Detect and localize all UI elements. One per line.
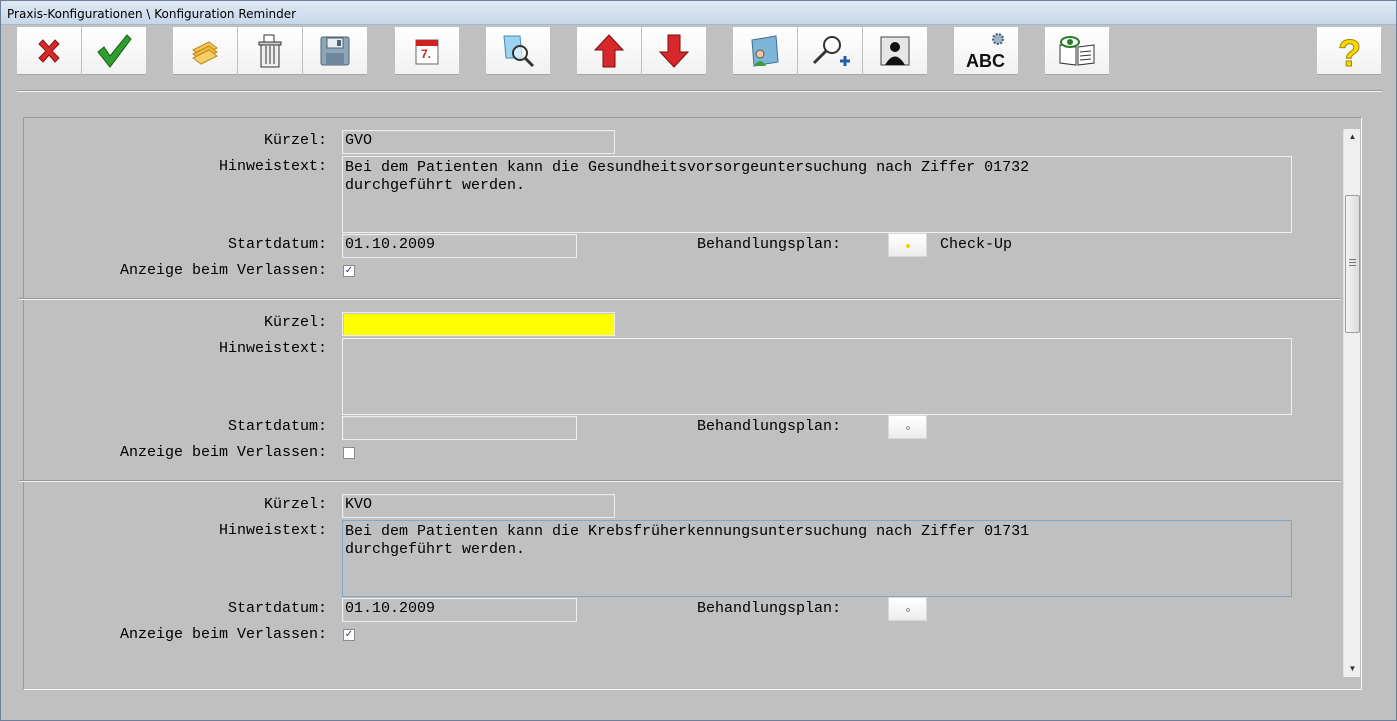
eye-book-icon	[1059, 35, 1095, 66]
svg-text:7.: 7.	[421, 47, 431, 61]
svg-text:ABC: ABC	[966, 51, 1005, 71]
toolbar-separator	[17, 90, 1382, 92]
anzeige-checkbox[interactable]: ✓	[343, 629, 355, 641]
anzeige-checkbox[interactable]: ✓	[343, 265, 355, 277]
unselected-indicator-icon	[906, 426, 910, 430]
svg-text:?: ?	[1338, 33, 1361, 70]
save-button[interactable]	[303, 27, 367, 75]
kuerzel-label: Kürzel:	[263, 314, 327, 331]
move-up-button[interactable]	[577, 27, 641, 75]
red-arrow-up-icon	[593, 33, 625, 67]
kuerzel-label: Kürzel:	[263, 132, 327, 149]
config-window: Praxis-Konfigurationen \ Konfiguration R…	[0, 0, 1397, 721]
spellcheck-button[interactable]: ABC	[954, 27, 1018, 75]
person-silhouette-icon	[880, 36, 910, 65]
trash-icon	[258, 34, 282, 67]
behandlungsplan-button[interactable]	[888, 597, 927, 621]
hinweistext-label: Hinweistext:	[218, 340, 327, 357]
unselected-indicator-icon	[906, 608, 910, 612]
cancel-button[interactable]	[17, 27, 81, 75]
search-button[interactable]	[486, 27, 550, 75]
preview-button[interactable]	[1045, 27, 1109, 75]
hinweistext-line: durchgeführt werden.	[345, 541, 526, 558]
red-arrow-down-icon	[658, 34, 690, 68]
window-title: Praxis-Konfigurationen \ Konfiguration R…	[7, 7, 297, 21]
behandlungsplan-label: Behandlungsplan:	[696, 236, 841, 253]
startdatum-label: Startdatum:	[227, 418, 327, 435]
anzeige-label: Anzeige beim Verlassen:	[119, 262, 327, 279]
kuerzel-field[interactable]: KVO	[342, 494, 615, 518]
move-down-button[interactable]	[642, 27, 706, 75]
selected-indicator-icon	[906, 244, 910, 248]
kuerzel-label: Kürzel:	[263, 496, 327, 513]
help-button[interactable]: ?	[1317, 27, 1381, 75]
scroll-thumb[interactable]	[1345, 195, 1360, 333]
behandlungsplan-button[interactable]	[888, 233, 927, 257]
search-add-button[interactable]	[798, 27, 862, 75]
vertical-scrollbar[interactable]: ▲ ▼	[1343, 129, 1360, 677]
behandlungsplan-value: Check-Up	[940, 236, 1013, 253]
anzeige-label: Anzeige beim Verlassen:	[119, 626, 327, 643]
patient-book-button[interactable]	[733, 27, 797, 75]
anzeige-checkbox[interactable]	[343, 447, 355, 459]
hinweistext-field[interactable]: Bei dem Patienten kann die Gesundheitsvo…	[342, 156, 1292, 233]
person-book-icon	[751, 34, 779, 67]
delete-button[interactable]	[238, 27, 302, 75]
startdatum-label: Startdatum:	[227, 600, 327, 617]
hinweistext-label: Hinweistext:	[218, 158, 327, 175]
hinweistext-line: durchgeführt werden.	[345, 177, 526, 194]
floppy-disk-icon	[320, 36, 350, 65]
behandlungsplan-button[interactable]	[888, 415, 927, 439]
hinweistext-line: Bei dem Patienten kann die Krebsfrüherke…	[345, 523, 1030, 540]
patient-button[interactable]	[863, 27, 927, 75]
hinweistext-label: Hinweistext:	[218, 522, 327, 539]
scroll-up-icon[interactable]: ▲	[1344, 129, 1361, 145]
grip-icon	[1349, 259, 1356, 268]
kuerzel-field[interactable]	[342, 312, 615, 336]
abc-gear-icon: ABC	[966, 32, 1005, 71]
kuerzel-field[interactable]: GVO	[342, 130, 615, 154]
hinweistext-field[interactable]	[342, 338, 1292, 415]
startdatum-label: Startdatum:	[227, 236, 327, 253]
behandlungsplan-label: Behandlungsplan:	[696, 600, 841, 617]
calendar-button[interactable]: 7.	[395, 27, 459, 75]
hinweistext-field[interactable]: Bei dem Patienten kann die Krebsfrüherke…	[342, 520, 1292, 597]
scroll-down-icon[interactable]: ▼	[1344, 661, 1361, 677]
magnifier-plus-icon	[812, 35, 850, 66]
folders-icon	[192, 40, 218, 65]
ok-button[interactable]	[82, 27, 146, 75]
green-check-icon	[97, 33, 132, 68]
new-button[interactable]	[173, 27, 237, 75]
red-x-icon	[38, 38, 60, 63]
record-divider	[19, 480, 1341, 482]
calendar-icon: 7.	[415, 39, 439, 64]
question-mark-icon: ?	[1338, 32, 1362, 70]
hinweistext-line: Bei dem Patienten kann die Gesundheitsvo…	[345, 159, 1030, 176]
record-divider	[19, 298, 1341, 300]
behandlungsplan-label: Behandlungsplan:	[696, 418, 841, 435]
title-bar: Praxis-Konfigurationen \ Konfiguration R…	[1, 1, 1396, 25]
anzeige-label: Anzeige beim Verlassen:	[119, 444, 327, 461]
document-magnifier-icon	[503, 35, 535, 67]
